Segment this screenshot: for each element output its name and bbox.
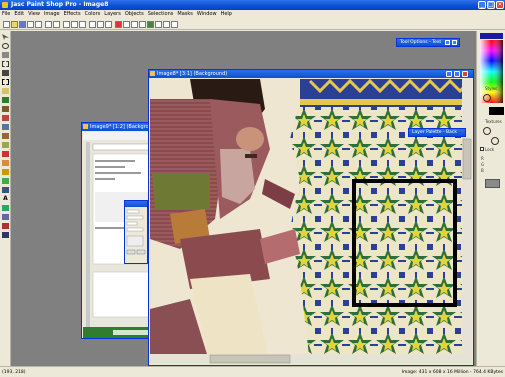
print-icon[interactable]	[35, 21, 42, 28]
tool-strip: A	[0, 31, 11, 366]
app-title: Jasc Paint Shop Pro - Image8	[11, 1, 109, 8]
minimize-button[interactable]: _	[478, 1, 486, 9]
mover-tool-icon[interactable]	[2, 70, 9, 76]
menu-file[interactable]: File	[0, 10, 12, 19]
clone-brush-icon[interactable]	[2, 124, 9, 130]
b-label: B	[481, 168, 484, 173]
redo-icon[interactable]	[53, 21, 60, 28]
menu-layers[interactable]: Layers	[102, 10, 123, 19]
background-eraser-icon[interactable]	[2, 232, 9, 238]
window-maximize-button[interactable]	[454, 71, 460, 77]
menu-window[interactable]: Window	[195, 10, 219, 19]
image-window-main[interactable]: Image8* [3:1] (Background)	[148, 69, 474, 366]
palette-close-icon[interactable]	[452, 40, 457, 45]
status-bar: (193, 218) Image: 431 x 608 x 16 Million…	[0, 366, 505, 377]
undo-icon[interactable]	[45, 21, 52, 28]
main-window-title: Image8* [3:1] (Background)	[157, 71, 228, 77]
learning-center-icon[interactable]	[163, 21, 170, 28]
preset-shapes-icon[interactable]	[2, 214, 9, 220]
menu-edit[interactable]: Edit	[12, 10, 26, 19]
image-doc-icon	[150, 71, 155, 76]
menu-masks[interactable]: Masks	[175, 10, 194, 19]
new-icon[interactable]	[3, 21, 10, 28]
g-label: G	[481, 162, 485, 167]
airbrush-tool-icon[interactable]	[2, 178, 9, 184]
deform-tool-icon[interactable]	[2, 52, 9, 58]
r-label: R	[481, 156, 484, 161]
browse-icon[interactable]	[27, 21, 34, 28]
cut-icon[interactable]	[63, 21, 70, 28]
tool-options-palette[interactable]: Tool Options - Text	[396, 38, 460, 47]
save-icon[interactable]	[19, 21, 26, 28]
draw-tool-icon[interactable]	[2, 205, 9, 211]
close-button[interactable]: ×	[496, 1, 504, 9]
freehand-tool-icon[interactable]	[2, 88, 9, 94]
copy-icon[interactable]	[71, 21, 78, 28]
lock-checkbox[interactable]	[480, 147, 484, 151]
selection-tool-icon[interactable]	[2, 79, 9, 85]
dialog-contents	[126, 209, 146, 255]
tool-dialog-small[interactable]	[124, 200, 148, 264]
arrow-tool-icon[interactable]	[2, 34, 9, 40]
picture-tube-icon[interactable]	[2, 169, 9, 175]
app-title-bar: Jasc Paint Shop Pro - Image8 _ □ ×	[0, 0, 505, 10]
menu-view[interactable]: View	[26, 10, 42, 19]
main-window-title-bar[interactable]: Image8* [3:1] (Background)	[149, 70, 473, 78]
dropper-tool-icon[interactable]	[2, 106, 9, 112]
cursor-coordinates: (193, 218)	[2, 370, 26, 375]
maximize-button[interactable]: □	[487, 1, 495, 9]
lock-label: Lock	[485, 147, 495, 152]
menu-colors[interactable]: Colors	[83, 10, 103, 19]
color-palette-icon[interactable]	[115, 21, 122, 28]
magic-wand-icon[interactable]	[2, 97, 9, 103]
crop-tool-icon[interactable]	[2, 61, 9, 67]
scratch-remover-icon[interactable]	[2, 151, 9, 157]
layer-palette-title[interactable]: Layer Palette - Back	[409, 129, 465, 136]
toolbar	[0, 19, 505, 30]
tool-options-icon[interactable]	[131, 21, 138, 28]
dialog-title-bar[interactable]	[125, 201, 147, 207]
flood-fill-icon[interactable]	[2, 187, 9, 193]
retouch-tool-icon[interactable]	[2, 142, 9, 148]
psp-logo-icon	[2, 2, 8, 8]
menu-effects[interactable]: Effects	[62, 10, 83, 19]
swap-colors-icon[interactable]	[485, 179, 500, 188]
script-icon[interactable]	[155, 21, 162, 28]
menu-objects[interactable]: Objects	[123, 10, 146, 19]
overview-icon[interactable]	[147, 21, 154, 28]
help-icon[interactable]	[171, 21, 178, 28]
background-color-swatch[interactable]	[489, 107, 504, 115]
image-info: Image: 431 x 608 x 16 Million - 764.4 KB…	[401, 370, 503, 375]
color-palette-panel: Styles Textures Lock R G B	[476, 31, 505, 366]
layer-palette-icon[interactable]	[123, 21, 130, 28]
texture-bg-icon[interactable]	[491, 137, 499, 145]
histogram-icon[interactable]	[139, 21, 146, 28]
image-doc-icon	[83, 124, 88, 129]
palette-pin-icon[interactable]	[445, 40, 450, 45]
screen-capture-icon[interactable]	[97, 21, 104, 28]
texture-style-icon[interactable]	[483, 127, 491, 135]
color-replacer-icon[interactable]	[2, 133, 9, 139]
paintbrush-tool-icon[interactable]	[2, 115, 9, 121]
window-minimize-button[interactable]	[446, 71, 452, 77]
open-icon[interactable]	[11, 21, 18, 28]
scanner-icon[interactable]	[89, 21, 96, 28]
text-tool-icon[interactable]: A	[2, 196, 9, 202]
menu-image[interactable]: Image	[42, 10, 62, 19]
zoom-icon[interactable]	[105, 21, 112, 28]
object-selector-icon[interactable]	[2, 223, 9, 229]
foreground-style-icon[interactable]	[483, 94, 491, 102]
layer-palette[interactable]: Layer Palette - Back	[408, 128, 466, 137]
window-close-button[interactable]	[462, 71, 468, 77]
textures-label: Textures	[485, 119, 502, 124]
menu-selections[interactable]: Selections	[146, 10, 176, 19]
eraser-tool-icon[interactable]	[2, 160, 9, 166]
zoom-tool-icon[interactable]	[2, 43, 9, 49]
menu-bar: File Edit View Image Effects Colors Layers Obje…	[0, 10, 505, 19]
color-spectrum[interactable]	[480, 33, 503, 103]
styles-label: Styles	[485, 86, 498, 91]
menu-help[interactable]: Help	[219, 10, 234, 19]
image-canvas[interactable]	[150, 79, 472, 364]
paste-icon[interactable]	[79, 21, 86, 28]
